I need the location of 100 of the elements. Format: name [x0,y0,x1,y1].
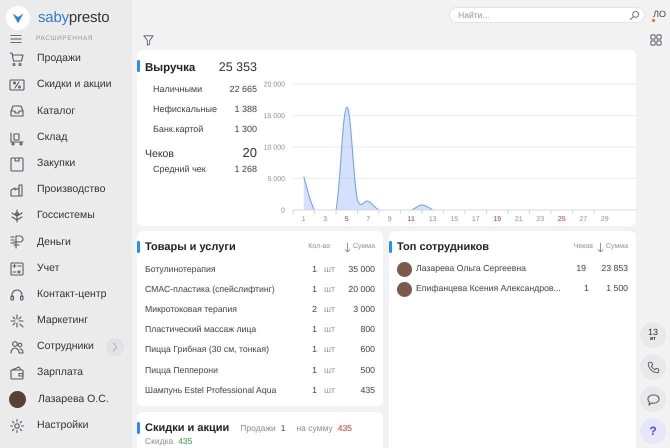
unit: шт [323,302,335,316]
calculator-icon [9,260,25,277]
amount: 800 [360,323,375,336]
sidebar-item[interactable]: Зарплата [6,360,124,386]
sidebar-item[interactable]: Сотрудники [6,334,124,360]
metric-label: Чеков [145,147,174,162]
unit: шт [323,282,335,296]
metric-label: Скидка [145,435,174,448]
avatar-photo [397,282,412,296]
amount: 35 000 [347,262,375,276]
search-field[interactable]: Найти... [449,7,646,23]
product-name: Пицца Пепперони [145,364,219,377]
percent-icon [9,77,25,94]
sidebar-item[interactable]: Маркетинг [6,308,124,334]
ruble-icon [9,234,25,250]
factory-icon [9,182,25,198]
phone-icon [646,360,660,374]
sidebar-item[interactable]: Склад [6,124,124,151]
sparkle-icon [9,312,25,329]
cart-icon [9,51,25,68]
card-title: Топ сотрудников [397,240,490,255]
filter-icon[interactable] [143,34,154,46]
product-name: Пицца Грибная (30 см, тонкая) [145,343,270,356]
quantity: 1 [311,262,317,276]
employee-name: Епифанцева Ксения Александров... [416,282,561,296]
revenue-total: 25 353 [218,59,257,76]
sidebar-item[interactable]: Закупки [6,150,124,177]
sidebar-item[interactable]: Скидки и акции [6,72,124,98]
amount: 435 [360,384,375,397]
grid-icon[interactable] [650,34,662,46]
product-name: Ботулинотерапия [145,262,217,276]
check-count: 19 [575,262,586,276]
quantity: 2 [311,302,317,316]
product-name: Шампунь Estel Professional Aqua [145,384,278,397]
product-name: Пластический массаж лица [145,323,258,336]
metric-value: 1 300 [234,123,257,136]
metric-label: Наличными [153,83,202,96]
card-title: Скидки и акции [145,420,230,436]
sidebar-item[interactable]: Учет [6,256,124,282]
wallet-icon [9,365,25,382]
quantity: 1 [311,282,317,296]
unit: шт [323,364,335,376]
menu-icon[interactable] [10,33,22,45]
chat-bubble-icon [646,392,660,406]
sidebar-item[interactable]: Контакт-центр [6,282,124,308]
gear-icon [9,418,25,434]
user-initials[interactable]: ЛО [653,8,666,22]
metric-label: на сумму [296,422,333,434]
avatar-photo [397,262,412,276]
metric-value: 435 [178,435,192,448]
sidebar-item[interactable]: Госсистемы [6,203,124,230]
check-count: 1 [582,282,589,296]
metric-value: 1 388 [234,103,257,116]
unit: шт [323,262,335,276]
quantity: 1 [311,323,317,336]
card-title: Выручка [145,61,196,76]
sidebar-item[interactable]: Продажи [6,46,124,72]
metric-label: Нефискальные [153,103,217,116]
search-icon[interactable] [629,10,640,21]
product-name: СМАС-пластика (спейслифтинг) [145,282,276,296]
metric-value: 435 [338,422,352,434]
sort-arrow-icon[interactable] [597,242,604,252]
amount: 1 500 [605,282,628,296]
metric-value: 22 665 [229,83,257,96]
quantity: 1 [311,343,317,356]
unit: шт [323,323,335,336]
sidebar-item[interactable]: Каталог [6,98,124,125]
card-title: Товары и услуги [145,240,237,255]
unit: шт [323,384,335,397]
call-button[interactable] [640,354,666,380]
logo-icon [6,6,30,30]
quantity: 1 [311,384,317,397]
logo-text: sabypresto [38,8,110,28]
metric-value: 20 [242,144,257,162]
amount: 20 000 [347,282,375,296]
amount: 500 [360,364,375,376]
chevron-icon [111,342,119,352]
dolly-icon [9,130,25,146]
sort-arrow-icon[interactable] [344,242,351,252]
help-button[interactable]: ? [640,418,666,444]
metric-label: Банк.картой [153,123,204,136]
amount: 23 853 [600,262,628,276]
quantity: 1 [311,364,317,376]
chat-button[interactable] [640,386,666,412]
sidebar-item[interactable]: Лазарева О.С. [6,386,124,413]
metric-value: 1 [280,422,286,434]
headset-icon [9,286,25,303]
product-name: Микротоковая терапия [145,302,238,316]
amount: 3 000 [352,302,375,316]
employee-name: Лазарева Ольга Сергеевна [416,262,527,276]
sidebar-item[interactable]: Настройки [6,412,124,439]
sidebar-item[interactable]: Производство [6,176,124,204]
metric-label: Средний чек [153,163,206,176]
metric-label: Продажи [240,422,276,434]
avatar-photo [9,391,26,408]
metric-value: 1 268 [234,163,257,176]
amount: 600 [360,343,375,356]
sidebar-item[interactable]: Деньги [6,229,124,256]
people-icon [9,339,25,356]
tray-icon [9,103,25,120]
